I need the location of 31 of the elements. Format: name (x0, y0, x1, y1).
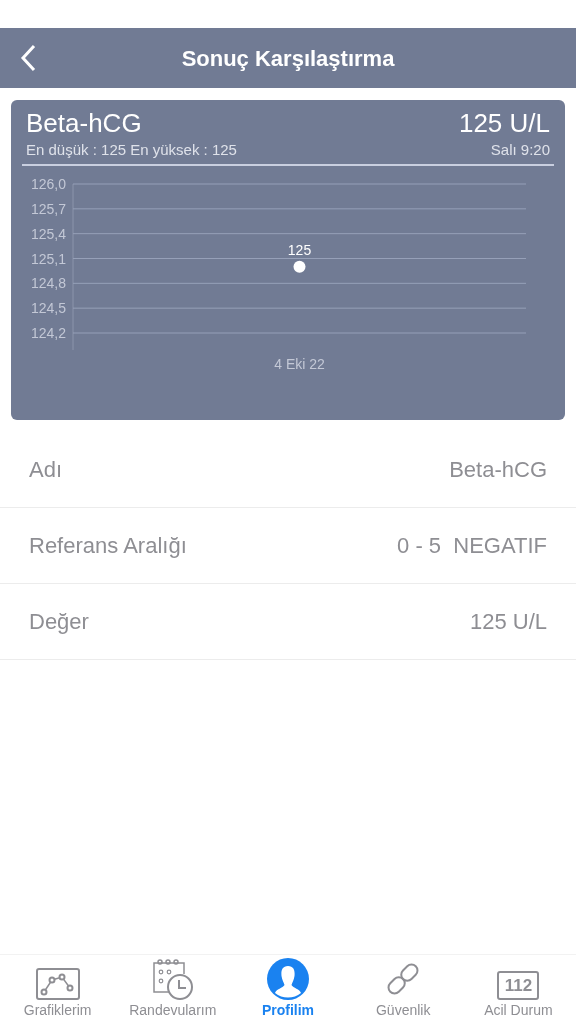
detail-label: Adı (29, 456, 63, 484)
y-tick-label: 124,8 (30, 275, 66, 292)
tab-item[interactable]: Randevularım (115, 955, 231, 1024)
tab-item[interactable]: Grafiklerim (0, 955, 116, 1024)
calendar-clock-icon (150, 958, 195, 1000)
detail-value: Beta-hCG (449, 456, 547, 484)
tab-item[interactable]: Güvenlik (345, 955, 461, 1024)
emergency-number-icon: 112 (497, 971, 540, 1000)
detail-value: 125 U/L (469, 608, 547, 636)
detail-value: 0 - 5 NEGATIF (397, 532, 547, 560)
result-time: Salı 9:20 (490, 140, 550, 160)
test-name: Beta-hCG (26, 107, 142, 140)
x-tick-label: 4 Eki 22 (274, 356, 325, 372)
y-tick-label: 124,5 (30, 300, 66, 317)
detail-label: Değer (29, 608, 89, 636)
y-tick-label: 125,4 (30, 225, 66, 242)
tab-item[interactable]: 112 Acil Durum (460, 955, 576, 1024)
person-icon (267, 958, 309, 1000)
result-value: 125 U/L (458, 107, 550, 140)
detail-label: Referans Aralığı (29, 532, 187, 560)
y-tick-label: 125,7 (30, 200, 66, 217)
data-point (293, 260, 306, 273)
range-summary: En düşük : 125 En yüksek : 125 (26, 140, 237, 160)
chart-icon (35, 968, 80, 1000)
y-tick-label: 126,0 (30, 176, 66, 192)
data-label: 125 (287, 241, 312, 258)
tab-item[interactable]: Profilim (230, 955, 346, 1024)
y-tick-label: 125,1 (30, 250, 66, 267)
back-icon (20, 44, 36, 72)
page-title: Sonuç Karşılaştırma (181, 44, 395, 73)
y-tick-label: 124,2 (30, 325, 66, 341)
